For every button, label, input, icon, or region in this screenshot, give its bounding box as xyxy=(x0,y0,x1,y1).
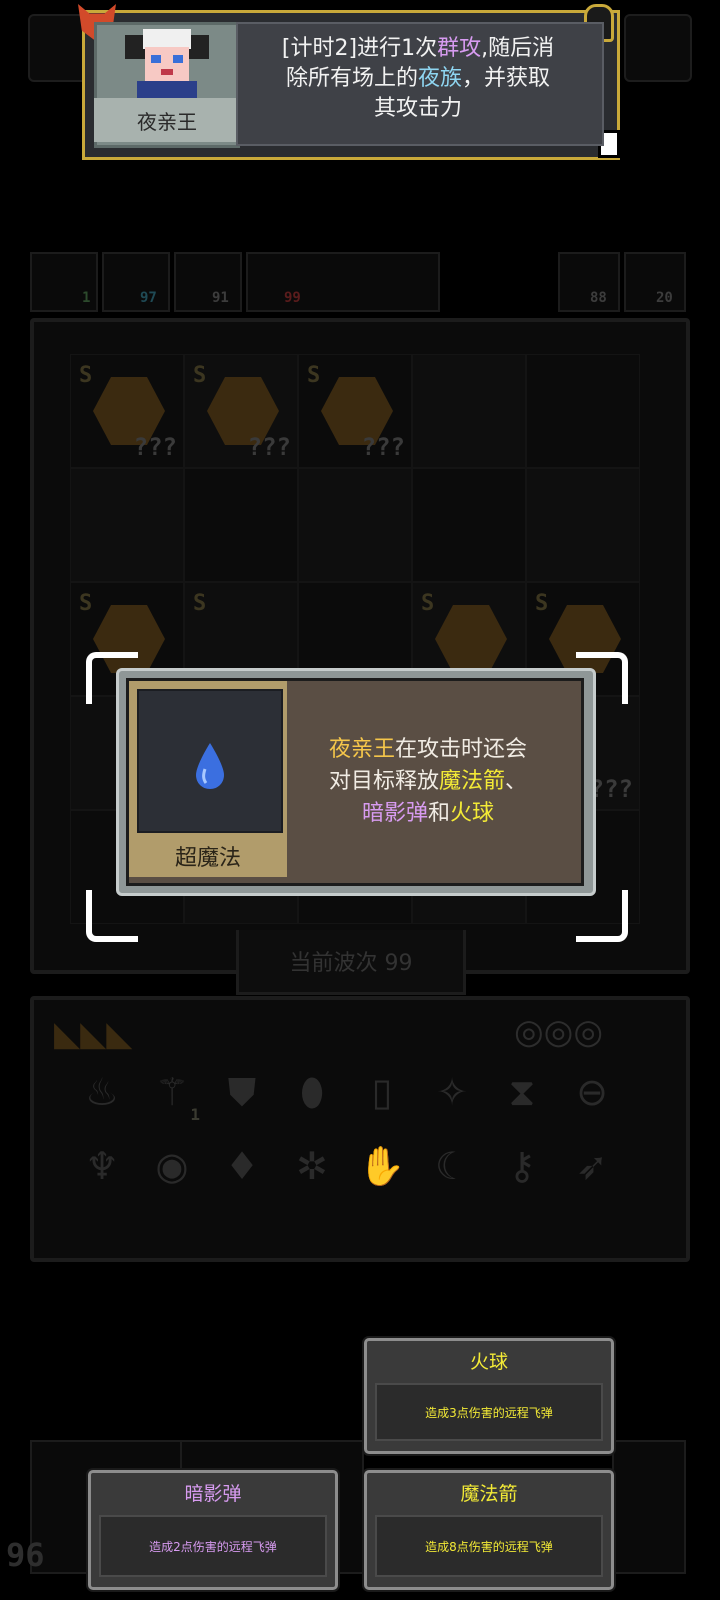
shadow-bolt-desc: 造成2点伤害的远程飞弹 xyxy=(99,1515,327,1577)
unit-name: 夜亲王 xyxy=(94,98,240,142)
stat-keys-value: 20 xyxy=(656,290,673,306)
board-cell[interactable] xyxy=(184,468,298,582)
bone-icon[interactable]: ⚚ 1 xyxy=(142,1062,202,1124)
unit-description: [计时2]进行1次群攻,随后消 除所有场上的夜族，并获取 其攻击力 xyxy=(281,36,555,121)
stat-stairs-value: 88 xyxy=(590,290,607,306)
bracket-bottom-right xyxy=(576,890,628,942)
bracket-bottom-left xyxy=(86,890,138,942)
arrow-icon[interactable]: ➶ xyxy=(562,1136,622,1196)
top-left-menu-icon[interactable] xyxy=(28,14,88,82)
stat-attack-value: 1 xyxy=(82,290,91,306)
gear-icon[interactable]: ✲ xyxy=(282,1136,342,1196)
item-description: 夜亲王在攻击时还会 对目标释放魔法箭、 暗影弹和火球 xyxy=(328,737,528,826)
board-cell[interactable] xyxy=(412,468,526,582)
inventory-row-1: ♨ ⚚ 1 ⛊ ⬮ ▯ ✧ ⧗ ⊖ xyxy=(72,1062,622,1125)
stat-mana-value: 97 xyxy=(140,290,157,306)
chalice-icon[interactable]: ♆ xyxy=(72,1136,132,1196)
water-drop-icon xyxy=(196,743,224,789)
wings-icon[interactable]: ✧ xyxy=(422,1062,482,1122)
orb-slot-icons: ◎◎◎ xyxy=(514,1012,604,1052)
board-cell[interactable] xyxy=(298,468,412,582)
stat-health: 99 xyxy=(246,252,440,312)
dragon-icon[interactable]: ☾ xyxy=(422,1136,482,1196)
magic-arrow-desc: 造成8点伤害的远程飞弹 xyxy=(375,1515,603,1577)
board-cell[interactable] xyxy=(70,468,184,582)
bottom-left-number: 96 xyxy=(6,1536,45,1574)
stat-health-value: 99 xyxy=(284,290,301,306)
key-icon[interactable]: ⚷ xyxy=(492,1136,552,1196)
board-cell[interactable]: S??? xyxy=(70,354,184,468)
stat-speed-value: 91 xyxy=(212,290,229,306)
top-right-settings-icon[interactable] xyxy=(624,14,692,82)
hourglass-icon[interactable]: ⧗ xyxy=(492,1062,552,1122)
potion-icon[interactable]: ♨ xyxy=(72,1062,132,1122)
shield-icon[interactable]: ⛊ xyxy=(212,1062,272,1122)
hand-icon[interactable]: ✋ xyxy=(352,1136,412,1196)
ring-icon[interactable]: ⊖ xyxy=(562,1062,622,1122)
board-cell[interactable] xyxy=(526,468,640,582)
board-cell[interactable] xyxy=(526,354,640,468)
inventory-row-2: ♆ ◉ ♦ ✲ ✋ ☾ ⚷ ➶ xyxy=(72,1136,622,1196)
fireball-choice-card[interactable]: 火球 造成3点伤害的远程飞弹 xyxy=(364,1338,614,1454)
magic-arrow-title: 魔法箭 xyxy=(460,1483,518,1505)
magic-arrow-choice-card[interactable]: 魔法箭 造成8点伤害的远程飞弹 xyxy=(364,1470,614,1590)
orb-icon[interactable]: ◉ xyxy=(142,1136,202,1196)
shadow-bolt-choice-card[interactable]: 暗影弹 造成2点伤害的远程飞弹 xyxy=(88,1470,338,1590)
current-wave-label: 当前波次 99 xyxy=(236,930,466,995)
fireball-title: 火球 xyxy=(469,1351,508,1373)
board-cell[interactable]: S??? xyxy=(184,354,298,468)
fireball-desc: 造成3点伤害的远程飞弹 xyxy=(375,1383,603,1441)
bottom-right-panel xyxy=(612,1440,686,1574)
inventory-panel: ◣◣◣ ◎◎◎ ♨ ⚚ 1 ⛊ ⬮ ▯ ✧ ⧗ ⊖ ♆ ◉ ♦ ✲ ✋ ☾ ⚷ ➶ xyxy=(30,996,690,1262)
stat-mana: 97 xyxy=(102,252,170,312)
item-name: 超魔法 xyxy=(174,846,241,871)
stat-stairs: 88 xyxy=(558,252,620,312)
drop-icon[interactable]: ♦ xyxy=(212,1136,272,1196)
stat-keys: 20 xyxy=(624,252,686,312)
egg-icon[interactable]: ⬮ xyxy=(282,1062,342,1122)
board-cell[interactable] xyxy=(412,354,526,468)
scroll-icon[interactable]: ▯ xyxy=(352,1062,412,1122)
item-icon-box xyxy=(137,689,283,833)
shadow-bolt-title: 暗影弹 xyxy=(184,1483,242,1505)
stat-speed: 91 xyxy=(174,252,242,312)
board-cell[interactable]: S??? xyxy=(298,354,412,468)
card-slot-icons: ◣◣◣ xyxy=(54,1014,133,1054)
stat-attack: 1 xyxy=(30,252,98,312)
